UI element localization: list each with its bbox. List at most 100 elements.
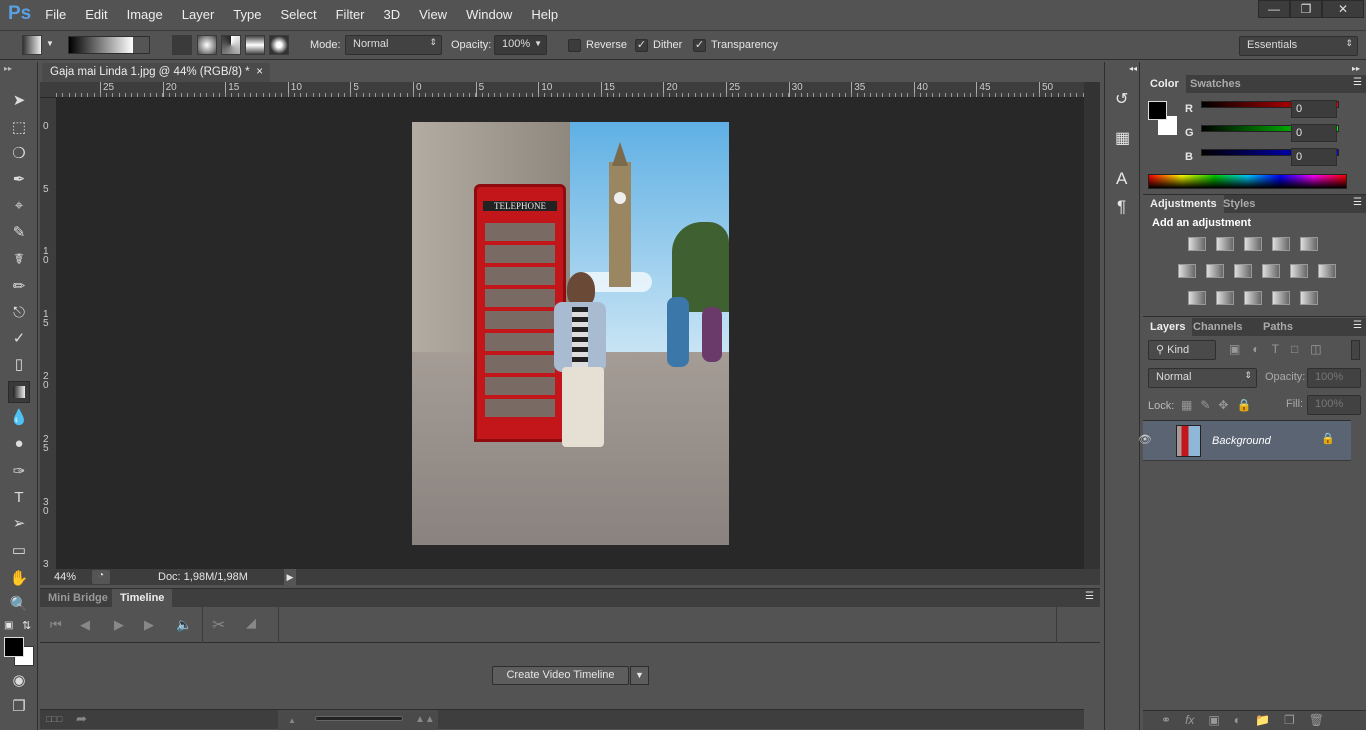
layer-name[interactable]: Background xyxy=(1212,435,1271,447)
color-lookup-icon[interactable] xyxy=(1318,264,1336,278)
gradient-tool-preset-icon[interactable] xyxy=(22,35,42,55)
status-icon[interactable]: ◔ xyxy=(92,570,110,584)
channel-mixer-icon[interactable] xyxy=(1290,264,1308,278)
levels-icon[interactable] xyxy=(1216,237,1234,251)
menu-layer[interactable]: Layer xyxy=(182,7,215,22)
brightness-contrast-icon[interactable] xyxy=(1188,237,1206,251)
type-tool-icon[interactable]: T xyxy=(8,487,30,509)
collapse-icon[interactable]: ◂◂ xyxy=(1129,64,1137,73)
pixel-filter-icon[interactable]: ▣ xyxy=(1229,342,1240,356)
tab-swatches[interactable]: Swatches xyxy=(1183,75,1248,93)
history-brush-tool-icon[interactable]: ✓ xyxy=(8,328,30,350)
green-value[interactable]: 0 xyxy=(1291,124,1337,142)
menu-image[interactable]: Image xyxy=(127,7,163,22)
menu-edit[interactable]: Edit xyxy=(85,7,107,22)
layer-opacity-input[interactable]: 100% xyxy=(1307,368,1361,388)
healing-brush-tool-icon[interactable]: ☤ xyxy=(8,249,30,271)
menu-type[interactable]: Type xyxy=(233,7,261,22)
dither-checkbox[interactable]: ✓ xyxy=(635,39,648,52)
reflected-gradient-button[interactable] xyxy=(245,35,265,55)
frame-mode-icon[interactable]: □□□ xyxy=(46,714,62,724)
tab-mini-bridge[interactable]: Mini Bridge xyxy=(40,589,116,607)
new-group-icon[interactable]: 📁 xyxy=(1255,713,1270,727)
tab-paths[interactable]: Paths xyxy=(1256,318,1300,336)
menu-3d[interactable]: 3D xyxy=(384,7,401,22)
add-mask-icon[interactable]: ▣ xyxy=(1208,713,1219,727)
layer-filter-select[interactable]: ⚲ Kind xyxy=(1148,340,1216,360)
hand-tool-icon[interactable]: ✋ xyxy=(8,568,30,590)
scissors-icon[interactable]: ✂ xyxy=(212,615,225,635)
document-tab[interactable]: Gaja mai Linda 1.jpg @ 44% (RGB/8) * × xyxy=(42,63,270,82)
transparency-checkbox[interactable]: ✓ xyxy=(693,39,706,52)
expand-panels-icon[interactable]: ▸▸ xyxy=(1352,64,1360,73)
menu-view[interactable]: View xyxy=(419,7,447,22)
mode-select[interactable]: Normal ⇕ xyxy=(345,35,442,55)
zoom-out-icon[interactable]: ▲ xyxy=(288,716,296,725)
lasso-tool-icon[interactable]: ❍ xyxy=(8,143,30,165)
swap-colors-icon[interactable]: ⇅ xyxy=(22,619,31,632)
play-arrow-icon[interactable]: ▶ xyxy=(284,569,296,585)
character-panel-icon[interactable]: A xyxy=(1116,169,1127,189)
zoom-level[interactable]: 44% xyxy=(54,571,76,583)
first-frame-icon[interactable]: ⏮ xyxy=(50,617,62,633)
brush-tool-icon[interactable]: ✏ xyxy=(8,276,30,298)
exposure-icon[interactable] xyxy=(1272,237,1290,251)
vibrance-icon[interactable] xyxy=(1300,237,1318,251)
eyedropper-tool-icon[interactable]: ✎ xyxy=(8,222,30,244)
menu-filter[interactable]: Filter xyxy=(336,7,365,22)
radial-gradient-button[interactable] xyxy=(197,35,217,55)
delete-layer-icon[interactable]: 🗑 xyxy=(1309,713,1324,727)
panel-menu-icon[interactable]: ☰ xyxy=(1353,77,1362,88)
quick-mask-icon[interactable]: ◉ xyxy=(8,670,30,692)
hue-saturation-icon[interactable] xyxy=(1178,264,1196,278)
properties-panel-icon[interactable]: ▦ xyxy=(1115,128,1130,148)
render-video-icon[interactable]: ➦ xyxy=(76,711,87,727)
layer-row-background[interactable]: 👁 Background 🔒 xyxy=(1138,420,1351,460)
next-frame-icon[interactable]: ▶ xyxy=(144,617,154,633)
lock-all-icon[interactable]: 🔒 xyxy=(1236,398,1251,412)
menu-file[interactable]: File xyxy=(45,7,66,22)
red-value[interactable]: 0 xyxy=(1291,100,1337,118)
lock-image-icon[interactable]: ✎ xyxy=(1200,398,1210,412)
chevron-down-icon[interactable]: ▼ xyxy=(46,39,54,48)
diamond-gradient-button[interactable] xyxy=(269,35,289,55)
curves-icon[interactable] xyxy=(1244,237,1262,251)
dodge-tool-icon[interactable]: ● xyxy=(8,433,30,455)
link-layers-icon[interactable]: ⚭ xyxy=(1161,713,1171,727)
blue-value[interactable]: 0 xyxy=(1291,148,1337,166)
adjustment-filter-icon[interactable]: ◐ xyxy=(1252,342,1259,356)
angle-gradient-button[interactable] xyxy=(221,35,241,55)
restore-button[interactable]: ❐ xyxy=(1290,0,1322,18)
default-colors-icon[interactable]: ▣ xyxy=(4,620,13,631)
menu-select[interactable]: Select xyxy=(280,7,316,22)
gradient-map-icon[interactable] xyxy=(1300,291,1318,305)
black-white-icon[interactable] xyxy=(1234,264,1252,278)
foreground-color-swatch[interactable] xyxy=(1148,101,1167,120)
minimize-button[interactable]: — xyxy=(1258,0,1290,18)
clone-stamp-tool-icon[interactable]: ⎋ xyxy=(8,302,30,324)
blend-mode-select[interactable]: Normal ⇕ xyxy=(1148,368,1257,388)
layer-style-icon[interactable]: fx xyxy=(1185,713,1194,727)
panel-menu-icon[interactable]: ☰ xyxy=(1085,591,1094,602)
workspace-select[interactable]: Essentials ⇕ xyxy=(1239,36,1358,56)
tab-channels[interactable]: Channels xyxy=(1186,318,1250,336)
rectangle-tool-icon[interactable]: ▭ xyxy=(8,540,30,562)
new-layer-icon[interactable]: ❐ xyxy=(1284,713,1295,727)
linear-gradient-button[interactable] xyxy=(172,35,192,55)
foreground-color-swatch[interactable] xyxy=(4,637,24,657)
filter-toggle[interactable] xyxy=(1351,340,1360,360)
tab-adjustments[interactable]: Adjustments xyxy=(1143,195,1224,213)
visibility-eye-icon[interactable]: 👁 xyxy=(1131,433,1159,446)
threshold-icon[interactable] xyxy=(1244,291,1262,305)
tab-timeline[interactable]: Timeline xyxy=(112,589,173,607)
smart-object-filter-icon[interactable]: ◫ xyxy=(1310,342,1321,356)
timeline-options-dropdown[interactable]: ▼ xyxy=(630,666,649,685)
close-button[interactable]: ✕ xyxy=(1322,0,1364,18)
shape-filter-icon[interactable]: □ xyxy=(1291,342,1298,356)
adjustment-layer-icon[interactable]: ◐ xyxy=(1234,713,1241,727)
lock-transparent-icon[interactable]: ▦ xyxy=(1181,398,1192,412)
photo-filter-icon[interactable] xyxy=(1262,264,1280,278)
timeline-zoom-slider[interactable] xyxy=(315,716,403,721)
pen-tool-icon[interactable]: ✑ xyxy=(8,461,30,483)
move-tool-icon[interactable]: ➤ xyxy=(8,90,30,112)
